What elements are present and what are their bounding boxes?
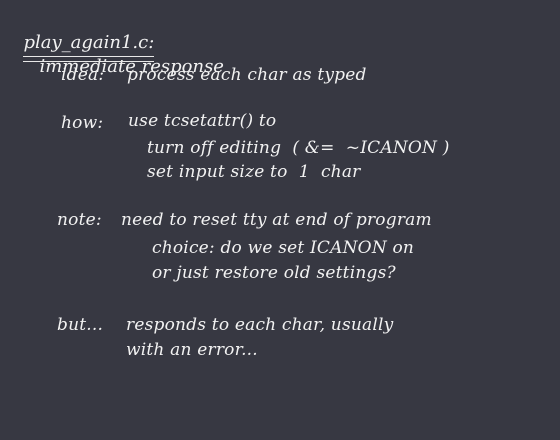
title-filename: play_again1.c: <box>23 32 155 62</box>
how-label: how: <box>61 113 104 133</box>
title-filename-text: play_again1.c: <box>23 32 155 53</box>
title-double-underline <box>23 56 155 62</box>
how-line-3: set input size to 1 char <box>147 162 361 182</box>
note-label: note: <box>57 210 102 230</box>
idea-text: process each char as typed <box>127 65 367 85</box>
how-line-2: turn off editing ( &= ~ICANON ) <box>147 138 450 158</box>
idea-label: idea: <box>61 65 105 85</box>
but-label: but... <box>57 315 104 335</box>
but-line-2: with an error... <box>126 340 258 360</box>
but-line-1: responds to each char, usually <box>126 315 394 335</box>
note-line-2: choice: do we set ICANON on <box>152 238 415 258</box>
note-line-3: or just restore old settings? <box>152 263 396 283</box>
how-line-1: use tcsetattr() to <box>128 111 277 131</box>
note-line-1: need to reset tty at end of program <box>121 210 432 230</box>
